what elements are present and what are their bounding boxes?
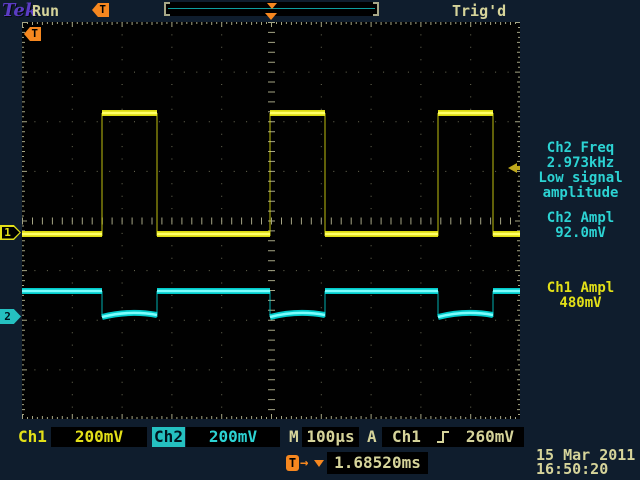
- measurement-label: Ch2 Ampl: [521, 211, 640, 226]
- acquisition-state: Run: [32, 2, 59, 20]
- ch1-ground-marker: 1: [0, 225, 21, 240]
- measurement-value: 2.973kHz: [521, 156, 640, 171]
- measurement-ch1-ampl: Ch1 Ampl 480mV: [521, 281, 640, 311]
- ch1-label: Ch1: [18, 427, 47, 447]
- datetime-readout: 15 Mar 2011 16:50:20: [536, 448, 640, 476]
- measurement-label: Ch2 Freq: [521, 141, 640, 156]
- delay-arrow-icon: →: [300, 455, 308, 471]
- ch2-scale-readout: 200mV: [186, 427, 280, 447]
- trigger-section-label: A: [367, 427, 377, 447]
- measurement-label: Ch1 Ampl: [521, 281, 640, 296]
- horizontal-trigger-position-icon: [265, 13, 277, 20]
- trigger-status: Trig'd: [452, 2, 506, 20]
- ch2-ground-marker: 2: [0, 309, 21, 324]
- graticule: [22, 22, 520, 419]
- time: 16:50:20: [536, 462, 640, 476]
- measurement-warning: Low signal amplitude: [521, 171, 640, 201]
- record-view-bracket-right: [373, 2, 377, 4]
- delay-trigger-icon: T: [286, 455, 299, 471]
- oscilloscope-screen: Tek Run T Trig'd T 1 2 Ch2 Freq 2.973kHz…: [0, 0, 640, 480]
- measurement-value: 92.0mV: [521, 226, 640, 241]
- ch2-label-selected: Ch2: [152, 427, 185, 447]
- rising-slope-icon: [436, 428, 450, 446]
- trigger-offscreen-left-icon: T: [92, 3, 109, 17]
- delay-triangle-icon: [314, 460, 324, 467]
- record-view-bracket-left: [166, 2, 170, 4]
- timebase-label: M: [289, 427, 299, 447]
- trigger-source: Ch1: [392, 427, 421, 447]
- measurement-value: 480mV: [521, 296, 640, 311]
- trigger-readout: Ch1 260mV: [382, 427, 524, 447]
- ch1-scale-readout: 200mV: [51, 427, 147, 447]
- record-trigger-position-icon: [267, 3, 277, 9]
- trace-ch2: [22, 291, 520, 317]
- delay-time-readout: 1.68520ms: [327, 452, 428, 474]
- scope-display-svg: [22, 22, 520, 419]
- timebase-readout: 100µs: [302, 427, 359, 447]
- scope-display: [22, 22, 520, 419]
- trigger-level-arrow-tail: [516, 166, 520, 170]
- measurement-ch2-ampl: Ch2 Ampl 92.0mV: [521, 211, 640, 241]
- measurement-ch2-freq: Ch2 Freq 2.973kHz: [521, 141, 640, 171]
- trigger-level-value: 260mV: [466, 427, 514, 447]
